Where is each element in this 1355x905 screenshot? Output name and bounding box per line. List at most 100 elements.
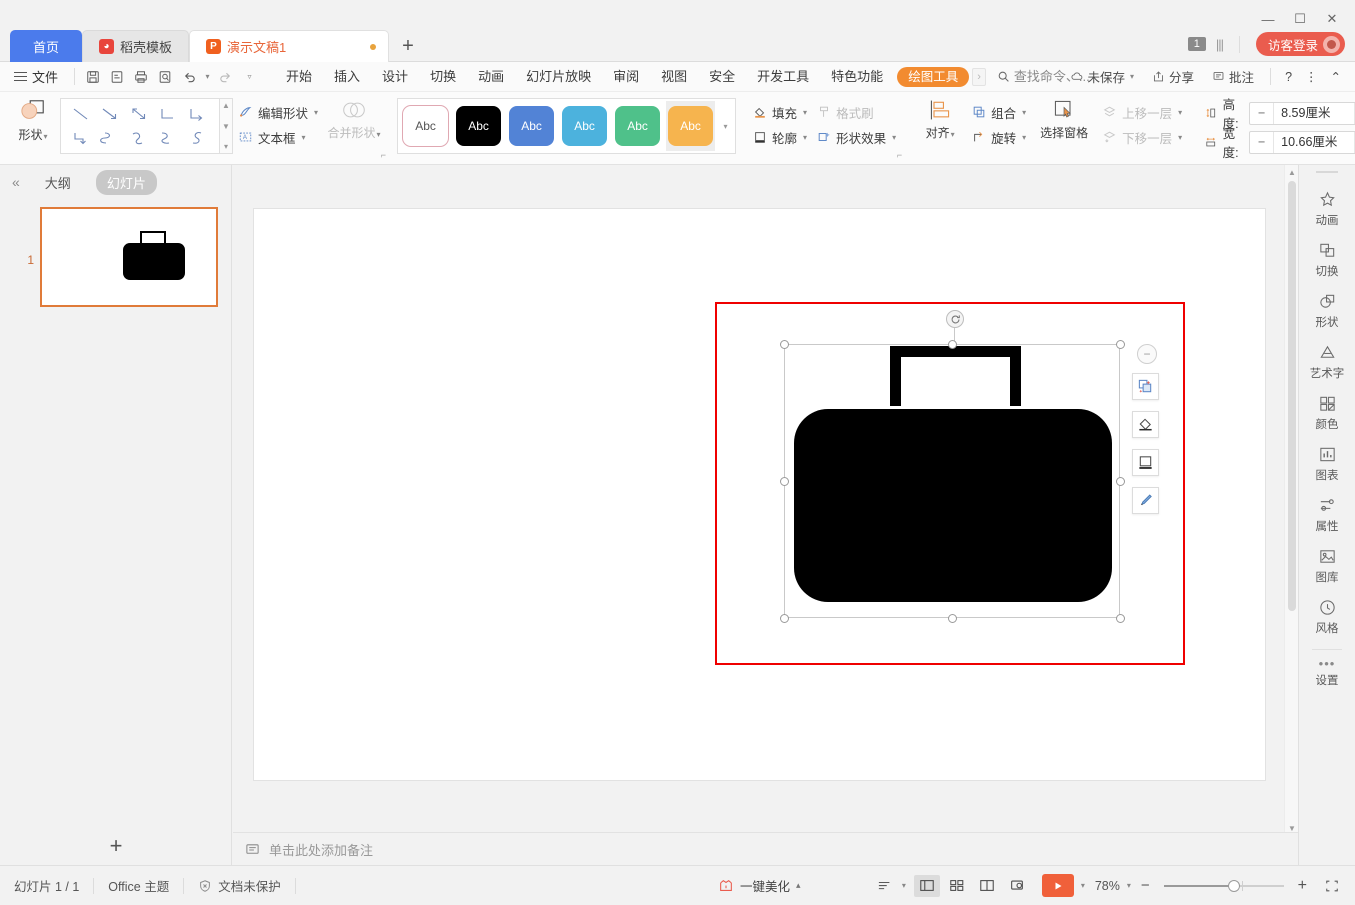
menu-overflow-button[interactable]: › <box>972 68 986 86</box>
menu-item-drawing-tools[interactable]: 绘图工具 <box>897 67 969 87</box>
shape-effect-button[interactable]: 形状效果▾ <box>812 126 901 148</box>
resize-handle-w[interactable] <box>780 477 789 486</box>
sidebar-item-chart[interactable]: 图表 <box>1299 438 1355 489</box>
reading-view-button[interactable] <box>974 875 1000 897</box>
close-button[interactable]: ✕ <box>1317 8 1347 30</box>
shape-gallery-scroll[interactable]: ▲ ▼ ▾ <box>220 98 233 154</box>
style-item-4[interactable]: Abc <box>615 106 660 146</box>
notes-bar[interactable]: 单击此处添加备注 <box>233 832 1298 865</box>
sidebar-grip-icon[interactable] <box>1316 171 1338 173</box>
sidebar-item-animation[interactable]: 动画 <box>1299 183 1355 234</box>
slideshow-caret-icon[interactable]: ▾ <box>1081 881 1085 890</box>
fill-dialog-launcher[interactable]: ⌐ <box>897 150 902 160</box>
select-pane-button[interactable]: 选择窗格 <box>1031 94 1097 141</box>
zoom-menu-caret-icon[interactable]: ▾ <box>1127 881 1131 890</box>
save-icon[interactable] <box>81 65 105 89</box>
rotate-handle[interactable] <box>946 310 964 328</box>
file-menu-button[interactable]: 文件 <box>0 67 68 86</box>
fill-button[interactable]: 填充▾ <box>748 101 812 123</box>
export-pdf-icon[interactable] <box>105 65 129 89</box>
width-value[interactable]: 10.66厘米 <box>1274 132 1354 153</box>
view-options-icon[interactable] <box>872 875 898 897</box>
gallery-item-curve-3[interactable] <box>153 126 182 150</box>
shape-button[interactable]: 形状▾ <box>6 94 60 143</box>
sidebar-item-settings[interactable]: ••• 设置 <box>1299 652 1355 694</box>
canvas-vertical-scrollbar[interactable]: ▲ ▼ ▾ ▾ <box>1284 165 1298 865</box>
style-item-0[interactable]: Abc <box>403 106 448 146</box>
height-stepper[interactable]: − 8.59厘米 + <box>1249 102 1355 125</box>
briefcase-handle-shape[interactable] <box>890 346 1021 406</box>
resize-handle-s[interactable] <box>948 614 957 623</box>
gallery-item-curve-2[interactable] <box>124 126 153 150</box>
sidebar-item-style[interactable]: 风格 <box>1299 591 1355 642</box>
style-item-1-wrap[interactable]: Abc <box>454 101 503 151</box>
style-item-3[interactable]: Abc <box>562 106 607 146</box>
group-button[interactable]: 组合▾ <box>967 101 1031 123</box>
scrollbar-thumb[interactable] <box>1288 181 1296 611</box>
shape-outline-icon[interactable] <box>1132 449 1159 476</box>
shape-gallery[interactable] <box>60 98 220 154</box>
customize-quick-access-icon[interactable]: ▿ <box>237 65 261 89</box>
save-status-button[interactable]: 未保存 ▾ <box>1062 65 1143 89</box>
slide-thumbnail-1[interactable] <box>40 207 218 307</box>
shapes-dialog-launcher[interactable]: ⌐ <box>381 150 386 160</box>
gallery-item-arrow[interactable] <box>95 102 124 126</box>
gallery-item-elbow-2[interactable] <box>66 126 95 150</box>
guest-login-button[interactable]: 访客登录 <box>1256 32 1345 56</box>
menu-item-view[interactable]: 视图 <box>650 63 698 91</box>
style-gallery-expand-icon[interactable]: ▾ <box>724 122 728 131</box>
zoom-in-button[interactable]: + <box>1298 877 1307 895</box>
undo-caret-icon[interactable]: ▾ <box>201 65 213 89</box>
sidebar-item-wordart[interactable]: 艺术字 <box>1299 336 1355 387</box>
menu-item-features[interactable]: 特色功能 <box>820 63 894 91</box>
edit-shape-button[interactable]: 编辑形状▾ <box>233 101 323 123</box>
normal-view-button[interactable] <box>914 875 940 897</box>
style-item-1[interactable]: Abc <box>456 106 501 146</box>
resize-handle-ne[interactable] <box>1116 340 1125 349</box>
style-item-5[interactable]: Abc <box>668 106 713 146</box>
sidebar-item-gallery[interactable]: 图库 <box>1299 540 1355 591</box>
gallery-item-freeform[interactable] <box>182 126 211 150</box>
tab-daoke-template[interactable]: ◕ 稻壳模板 <box>82 30 189 62</box>
gallery-scroll-up-icon[interactable]: ▲ <box>222 101 230 110</box>
panel-tab-slides[interactable]: 幻灯片 <box>96 170 157 195</box>
zoom-slider-knob[interactable] <box>1228 880 1240 892</box>
style-item-5-wrap[interactable]: Abc <box>666 101 715 151</box>
menu-item-slideshow[interactable]: 幻灯片放映 <box>515 63 602 91</box>
print-icon[interactable] <box>129 65 153 89</box>
theme-indicator[interactable]: Office 主题 <box>94 876 183 896</box>
sidebar-item-transition[interactable]: 切换 <box>1299 234 1355 285</box>
fill-color-icon[interactable] <box>1132 411 1159 438</box>
resize-handle-e[interactable] <box>1116 477 1125 486</box>
undo-icon[interactable] <box>177 65 201 89</box>
resize-handle-nw[interactable] <box>780 340 789 349</box>
new-tab-button[interactable]: + <box>389 30 427 62</box>
menu-item-design[interactable]: 设计 <box>371 63 419 91</box>
rotate-button[interactable]: 旋转▾ <box>967 126 1031 148</box>
one-click-beautify-button[interactable]: 一键美化 ▴ <box>718 876 801 895</box>
slide-surface[interactable]: − <box>254 209 1265 780</box>
menu-item-security[interactable]: 安全 <box>698 63 746 91</box>
redo-icon[interactable] <box>213 65 237 89</box>
collapse-panel-icon[interactable]: « <box>12 174 20 190</box>
sidebar-item-shape[interactable]: 形状 <box>1299 285 1355 336</box>
gallery-item-double-arrow[interactable] <box>124 102 153 126</box>
text-box-button[interactable]: A 文本框▾ <box>233 126 323 148</box>
menu-item-insert[interactable]: 插入 <box>323 63 371 91</box>
gallery-item-curve-1[interactable] <box>95 126 124 150</box>
width-minus-button[interactable]: − <box>1250 132 1274 153</box>
gallery-item-line[interactable] <box>66 102 95 126</box>
add-slide-button[interactable]: + <box>0 833 232 859</box>
briefcase-body-shape[interactable] <box>794 409 1112 602</box>
style-item-0-wrap[interactable]: Abc <box>401 101 450 151</box>
align-button[interactable]: 对齐▾ <box>913 94 967 141</box>
style-gallery-more[interactable]: ▾ <box>719 99 732 153</box>
tab-home[interactable]: 首页 <box>10 30 82 62</box>
help-button[interactable]: ? <box>1279 65 1298 89</box>
style-item-2-wrap[interactable]: Abc <box>507 101 556 151</box>
protection-indicator[interactable]: 文档未保护 <box>184 876 295 896</box>
gallery-expand-icon[interactable]: ▾ <box>224 142 228 151</box>
start-slideshow-button[interactable] <box>1042 874 1074 897</box>
panel-tab-outline[interactable]: 大纲 <box>34 170 82 195</box>
more-options-button[interactable]: ⋮ <box>1300 65 1323 89</box>
